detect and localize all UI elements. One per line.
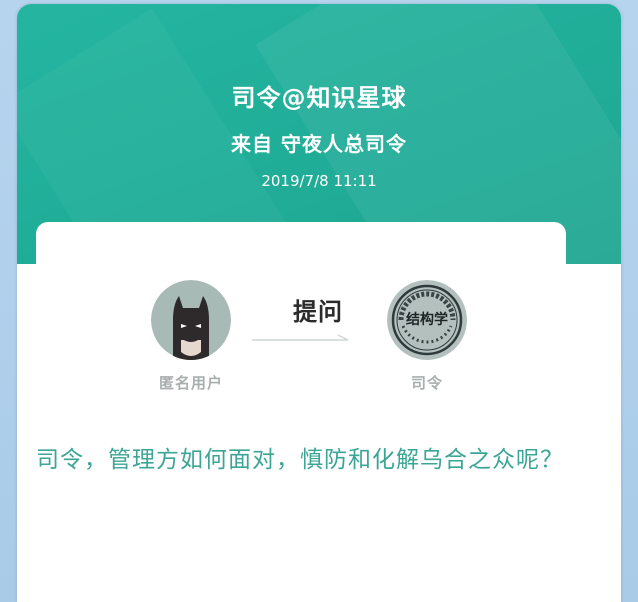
action-label: 提问: [293, 298, 343, 326]
card-title: 司令@知识星球: [231, 84, 407, 112]
post-datetime: 2019/7/8 11:11: [261, 172, 377, 190]
asker-avatar[interactable]: [151, 280, 231, 360]
question-text: 司令，管理方如何面对，慎防和化解乌合之众呢？: [36, 447, 564, 473]
arrow-right-icon: [252, 334, 349, 341]
batman-mask-icon: [151, 280, 231, 360]
seal-text: 结构学: [406, 312, 448, 328]
answerer-name: 司令: [410, 374, 443, 392]
asker-name: 匿名用户: [158, 374, 223, 392]
content-panel: [36, 222, 566, 602]
card-subtitle: 来自 守夜人总司令: [231, 132, 407, 156]
